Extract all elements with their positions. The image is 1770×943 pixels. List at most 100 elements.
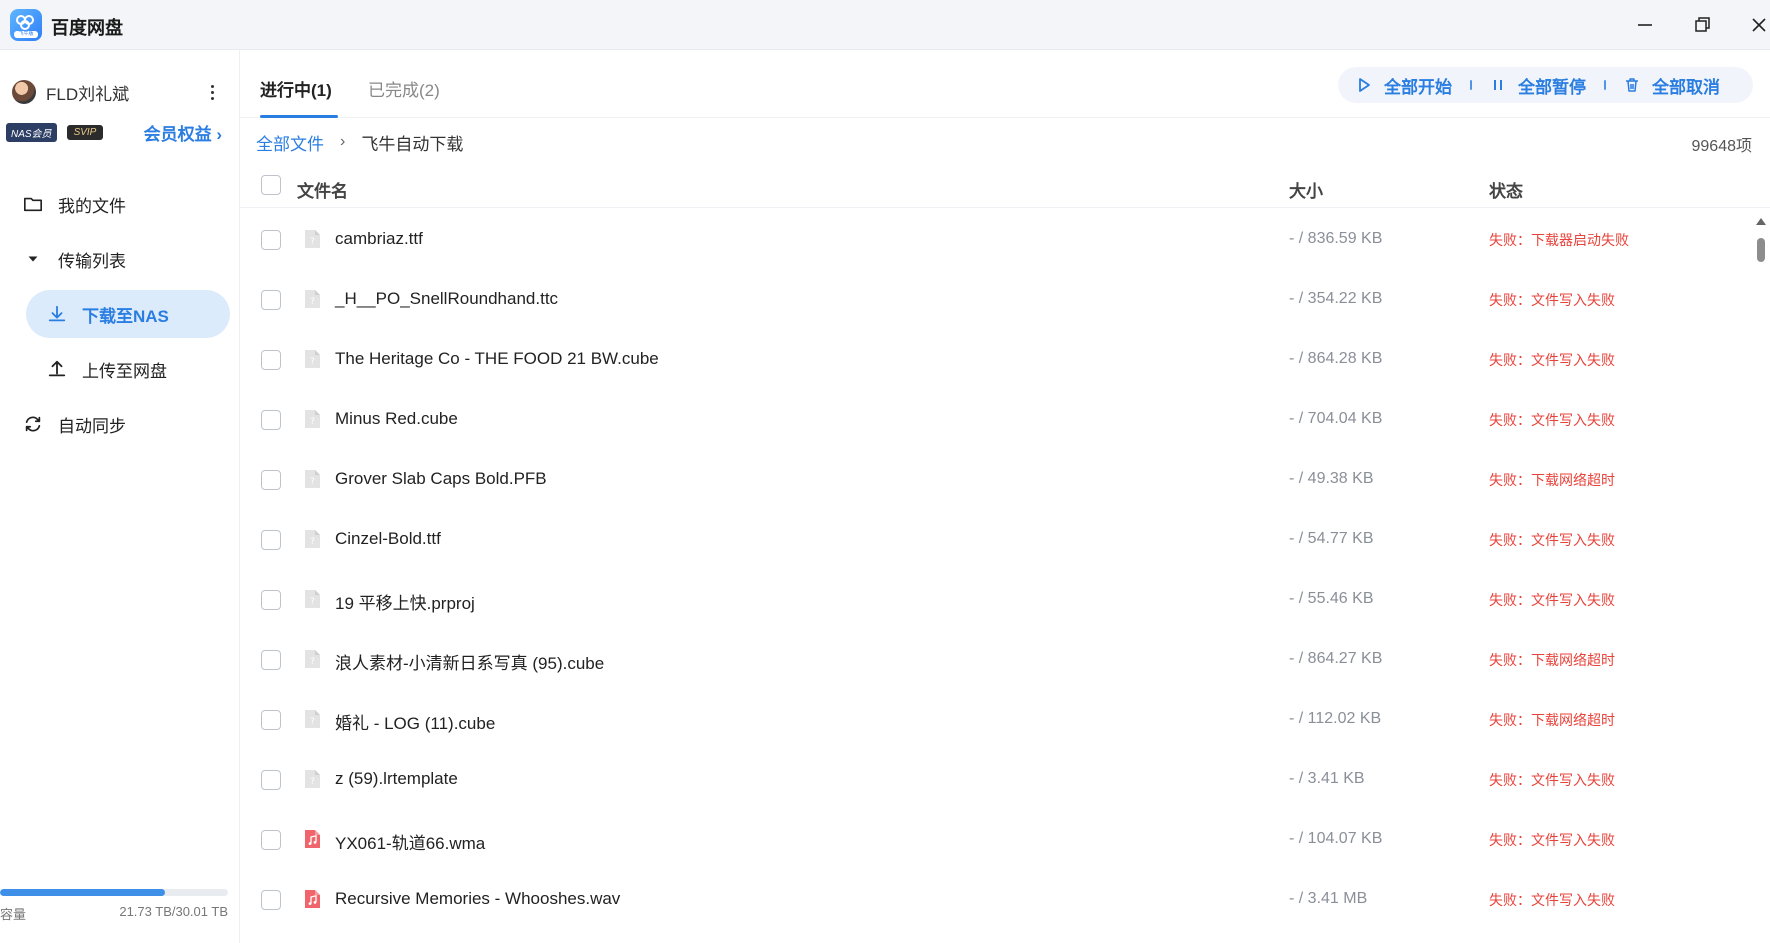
transfer-status: 失败：文件写入失败: [1489, 832, 1615, 848]
scroll-up-arrow[interactable]: [1756, 218, 1766, 225]
svg-text:?: ?: [310, 297, 315, 307]
row-checkbox[interactable]: [261, 890, 281, 910]
unknown-file-icon: ?: [304, 289, 321, 309]
pause-all-button[interactable]: 全部暂停: [1490, 73, 1586, 98]
table-row[interactable]: YX061-轨道66.wma - / 104.07 KB 失败：文件写入失败: [240, 808, 1750, 868]
transfer-status: 失败：文件写入失败: [1489, 532, 1615, 548]
row-checkbox[interactable]: [261, 710, 281, 730]
sidebar-item-transfer-list[interactable]: 传输列表: [0, 235, 240, 283]
row-checkbox[interactable]: [261, 290, 281, 310]
transfer-status: 失败：下载网络超时: [1489, 652, 1615, 668]
file-name: The Heritage Co - THE FOOD 21 BW.cube: [335, 349, 659, 368]
column-size-header[interactable]: 大小: [1289, 177, 1323, 202]
minimize-button[interactable]: [1630, 10, 1660, 40]
pause-all-label: 全部暂停: [1518, 77, 1586, 97]
member-benefits-link[interactable]: 会员权益 ›: [144, 120, 222, 145]
table-row[interactable]: ? _H__PO_SnellRoundhand.ttc - / 354.22 KB 失…: [240, 268, 1750, 328]
sidebar-item-my-files[interactable]: 我的文件: [0, 180, 240, 228]
row-checkbox[interactable]: [261, 590, 281, 610]
active-tab-indicator: [260, 115, 338, 118]
file-size: - / 3.41 KB: [1289, 770, 1365, 787]
table-row[interactable]: ? cambriaz.ttf - / 836.59 KB 失败：下载器启动失败: [240, 208, 1750, 268]
main-panel: 进行中(1) 已完成(2) 全部开始 全部暂停 全部取消 全部文件 › 飞牛自动…: [240, 50, 1770, 943]
svip-badge: SVIP: [66, 124, 104, 140]
close-icon: [1752, 18, 1766, 32]
row-checkbox[interactable]: [261, 230, 281, 250]
cancel-all-label: 全部取消: [1652, 77, 1720, 97]
column-status-header[interactable]: 状态: [1489, 177, 1523, 202]
file-name: Minus Red.cube: [335, 409, 458, 428]
table-row[interactable]: ? Minus Red.cube - / 704.04 KB 失败：文件写入失败: [240, 388, 1750, 448]
svg-text:?: ?: [310, 657, 315, 667]
transfer-status: 失败：下载网络超时: [1489, 712, 1615, 728]
nas-member-badge: NAS会员: [6, 122, 57, 142]
audio-file-icon: [304, 829, 321, 849]
file-name: Grover Slab Caps Bold.PFB: [335, 469, 547, 488]
table-row[interactable]: Recursive Memories - Whooshes.wav - / 3.4…: [240, 868, 1750, 928]
transfer-status: 失败：文件写入失败: [1489, 412, 1615, 428]
transfer-status: 失败：文件写入失败: [1489, 592, 1615, 608]
tab-completed[interactable]: 已完成(2): [368, 76, 440, 101]
unknown-file-icon: ?: [304, 229, 321, 249]
close-button[interactable]: [1744, 10, 1770, 40]
select-all-checkbox[interactable]: [261, 175, 281, 195]
sidebar-item-upload-to-cloud[interactable]: 上传至网盘: [0, 345, 240, 393]
unknown-file-icon: ?: [304, 589, 321, 609]
file-name: z (59).lrtemplate: [335, 769, 458, 788]
action-divider: [1604, 80, 1606, 90]
breadcrumb-current: 飞牛自动下载: [361, 134, 464, 154]
breadcrumb: 全部文件 › 飞牛自动下载: [256, 130, 463, 154]
table-row[interactable]: ? Cinzel-Bold.ttf - / 54.77 KB 失败：文件写入失败: [240, 508, 1750, 568]
table-row[interactable]: ? 浪人素材-小清新日系写真 (95).cube - / 864.27 KB 失败：下…: [240, 628, 1750, 688]
column-name-header[interactable]: 文件名: [297, 177, 348, 202]
storage-label: 容量: [0, 907, 27, 922]
table-row[interactable]: ? z (59).lrtemplate - / 3.41 KB 失败：文件写入失败: [240, 748, 1750, 808]
scrollbar-thumb[interactable]: [1757, 238, 1765, 262]
row-checkbox[interactable]: [261, 770, 281, 790]
sidebar-item-download-to-nas[interactable]: 下载至NAS: [26, 290, 230, 338]
row-checkbox[interactable]: [261, 530, 281, 550]
row-checkbox[interactable]: [261, 350, 281, 370]
sidebar: FLD刘礼斌 NAS会员 SVIP 会员权益 › 我的文件 传输列表 下载至NA…: [0, 50, 240, 943]
transfer-status: 失败：文件写入失败: [1489, 772, 1615, 788]
start-all-button[interactable]: 全部开始: [1356, 73, 1452, 98]
transfer-list: ? cambriaz.ttf - / 836.59 KB 失败：下载器启动失败? _H_…: [240, 208, 1750, 928]
transfer-status: 失败：下载网络超时: [1489, 472, 1615, 488]
upload-icon: [46, 358, 68, 380]
more-options-icon[interactable]: [210, 82, 214, 102]
unknown-file-icon: ?: [304, 709, 321, 729]
table-row[interactable]: ? 19 平移上快.prproj - / 55.46 KB 失败：文件写入失败: [240, 568, 1750, 628]
row-checkbox[interactable]: [261, 410, 281, 430]
pause-icon: [1494, 80, 1502, 90]
file-name: cambriaz.ttf: [335, 229, 423, 248]
avatar[interactable]: [12, 80, 36, 104]
table-row[interactable]: ? Grover Slab Caps Bold.PFB - / 49.38 KB 失败…: [240, 448, 1750, 508]
svg-text:?: ?: [310, 357, 315, 367]
sidebar-item-auto-sync[interactable]: 自动同步: [0, 400, 240, 448]
table-row[interactable]: ? 婚礼 - LOG (11).cube - / 112.02 KB 失败：下载网络超…: [240, 688, 1750, 748]
user-profile[interactable]: FLD刘礼斌: [12, 78, 232, 106]
maximize-button[interactable]: [1687, 10, 1717, 40]
action-divider: [1470, 80, 1472, 90]
sync-icon: [22, 413, 44, 435]
unknown-file-icon: ?: [304, 469, 321, 489]
row-checkbox[interactable]: [261, 470, 281, 490]
row-checkbox[interactable]: [261, 830, 281, 850]
download-icon: [46, 303, 68, 325]
tab-in-progress[interactable]: 进行中(1): [260, 76, 332, 101]
file-name: Recursive Memories - Whooshes.wav: [335, 889, 621, 908]
file-size: - / 112.02 KB: [1289, 710, 1382, 727]
transfer-status: 失败：文件写入失败: [1489, 352, 1615, 368]
item-count: 99648项: [1691, 138, 1753, 155]
storage-value: 21.73 TB/30.01 TB: [119, 904, 228, 919]
unknown-file-icon: ?: [304, 349, 321, 369]
row-checkbox[interactable]: [261, 650, 281, 670]
breadcrumb-root[interactable]: 全部文件: [256, 130, 324, 155]
svg-text:?: ?: [310, 597, 315, 607]
file-size: - / 49.38 KB: [1289, 470, 1374, 487]
table-row[interactable]: ? The Heritage Co - THE FOOD 21 BW.cube - …: [240, 328, 1750, 388]
batch-actions: 全部开始 全部暂停 全部取消: [1338, 67, 1753, 103]
logo-tag: 飞牛版: [14, 31, 38, 38]
start-all-label: 全部开始: [1384, 77, 1452, 97]
cancel-all-button[interactable]: 全部取消: [1624, 73, 1720, 98]
